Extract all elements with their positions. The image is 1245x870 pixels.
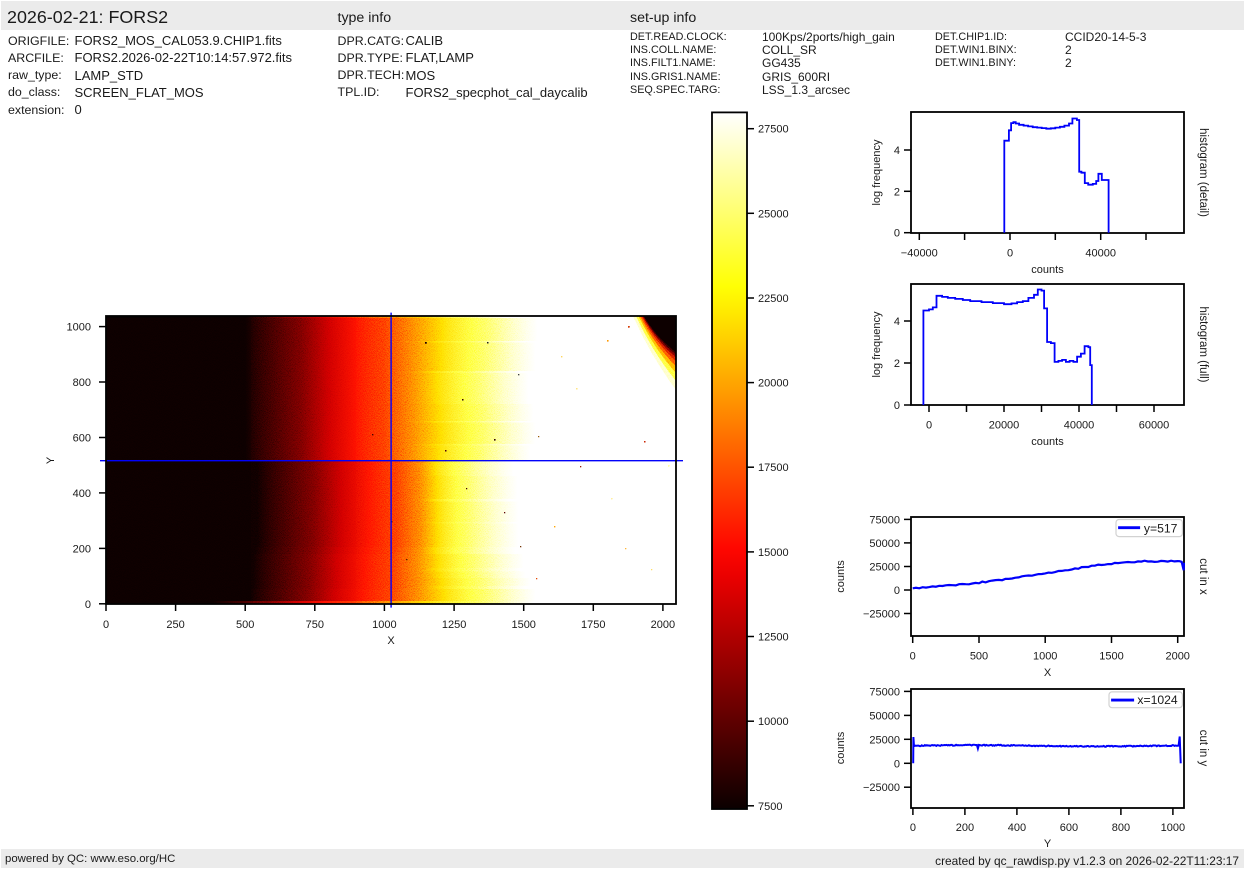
svg-text:22500: 22500 [758, 293, 789, 305]
svg-text:1000: 1000 [1033, 651, 1057, 663]
svg-text:2: 2 [894, 186, 900, 198]
svg-text:7500: 7500 [758, 801, 782, 813]
svg-text:400: 400 [1008, 822, 1026, 834]
svg-text:20000: 20000 [989, 420, 1020, 432]
svg-text:counts: counts [835, 560, 847, 593]
svg-text:X: X [1044, 667, 1052, 679]
svg-text:20000: 20000 [758, 378, 789, 390]
svg-text:2000: 2000 [651, 619, 675, 631]
svg-text:−40000: −40000 [901, 248, 938, 260]
svg-text:75000: 75000 [869, 686, 900, 698]
svg-text:0: 0 [910, 822, 916, 834]
svg-text:0: 0 [910, 651, 916, 663]
svg-text:600: 600 [1060, 822, 1078, 834]
svg-text:log frequency: log frequency [871, 311, 883, 378]
svg-text:40000: 40000 [1085, 248, 1116, 260]
svg-text:0: 0 [894, 228, 900, 240]
svg-text:0: 0 [85, 599, 91, 611]
svg-text:75000: 75000 [869, 514, 900, 526]
svg-text:1000: 1000 [372, 619, 396, 631]
svg-text:50000: 50000 [869, 538, 900, 550]
svg-text:200: 200 [73, 543, 91, 555]
svg-text:log frequency: log frequency [871, 139, 883, 206]
svg-text:1500: 1500 [1099, 651, 1123, 663]
svg-text:12500: 12500 [758, 632, 789, 644]
svg-text:17500: 17500 [758, 462, 789, 474]
svg-text:25000: 25000 [758, 208, 789, 220]
svg-text:counts: counts [1031, 264, 1064, 276]
svg-text:counts: counts [835, 731, 847, 764]
svg-text:counts: counts [1031, 436, 1064, 448]
svg-text:0: 0 [1007, 248, 1013, 260]
svg-text:1000: 1000 [1161, 822, 1185, 834]
svg-text:600: 600 [73, 433, 91, 445]
svg-text:200: 200 [956, 822, 974, 834]
svg-text:500: 500 [236, 619, 254, 631]
svg-text:15000: 15000 [758, 547, 789, 559]
svg-text:60000: 60000 [1139, 420, 1170, 432]
svg-text:2000: 2000 [1165, 651, 1189, 663]
svg-text:0: 0 [894, 400, 900, 412]
svg-text:histogram (detail): histogram (detail) [1197, 128, 1209, 217]
svg-text:y=517: y=517 [1144, 521, 1178, 535]
svg-text:cut in x: cut in x [1197, 558, 1209, 595]
svg-text:X: X [387, 635, 395, 647]
svg-text:cut in y: cut in y [1197, 730, 1209, 767]
svg-text:Y: Y [45, 456, 57, 464]
svg-text:1000: 1000 [67, 322, 91, 334]
svg-text:0: 0 [894, 585, 900, 597]
svg-text:27500: 27500 [758, 124, 789, 136]
svg-text:50000: 50000 [869, 710, 900, 722]
svg-text:10000: 10000 [758, 716, 789, 728]
svg-text:0: 0 [894, 758, 900, 770]
svg-text:800: 800 [73, 377, 91, 389]
svg-text:400: 400 [73, 488, 91, 500]
svg-text:25000: 25000 [869, 734, 900, 746]
svg-text:4: 4 [894, 316, 900, 328]
svg-text:500: 500 [970, 651, 988, 663]
svg-text:−25000: −25000 [863, 782, 900, 794]
svg-text:750: 750 [306, 619, 324, 631]
svg-text:histogram (full): histogram (full) [1197, 306, 1209, 382]
svg-text:40000: 40000 [1064, 420, 1095, 432]
svg-text:1750: 1750 [581, 619, 605, 631]
svg-text:x=1024: x=1024 [1137, 693, 1178, 707]
svg-text:−25000: −25000 [863, 609, 900, 621]
svg-text:0: 0 [926, 420, 932, 432]
svg-text:250: 250 [166, 619, 184, 631]
svg-text:4: 4 [894, 145, 900, 157]
svg-text:0: 0 [103, 619, 109, 631]
svg-text:800: 800 [1112, 822, 1130, 834]
svg-text:1500: 1500 [511, 619, 535, 631]
svg-text:1250: 1250 [442, 619, 466, 631]
svg-text:2: 2 [894, 358, 900, 370]
svg-text:Y: Y [1044, 838, 1052, 850]
svg-text:25000: 25000 [869, 562, 900, 574]
